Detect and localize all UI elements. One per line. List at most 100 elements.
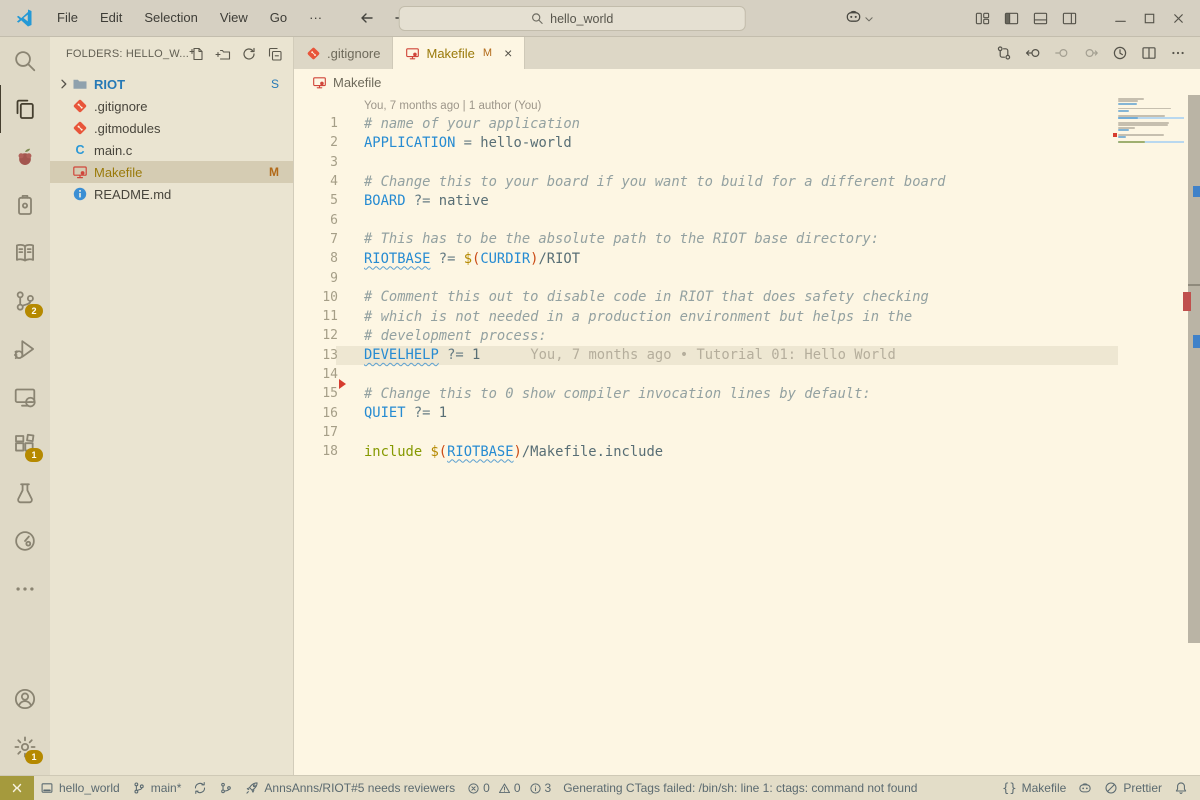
activity-search[interactable] [0, 37, 50, 85]
status-pr-status[interactable]: AnnsAnns/RIOT#5 needs reviewers [239, 776, 461, 800]
status-sync[interactable] [187, 776, 213, 800]
code-line-16[interactable]: 16QUIET ?= 1 [294, 403, 1200, 422]
tree-item-gitmodules[interactable]: .gitmodules [50, 117, 293, 139]
scrollbar[interactable] [1188, 95, 1200, 643]
status-label: Prettier [1123, 781, 1162, 795]
tab-label: Makefile [426, 46, 474, 61]
code-line-9[interactable]: 9 [294, 268, 1200, 287]
code-line-7[interactable]: 7# This has to be the absolute path to t… [294, 230, 1200, 249]
code-line-17[interactable]: 17 [294, 423, 1200, 442]
menu-[interactable]: ··· [298, 5, 333, 31]
toggle-primary-sidebar-icon[interactable] [1004, 11, 1019, 26]
tree-item-mainc[interactable]: Cmain.c [50, 139, 293, 161]
code-line-12[interactable]: 12# development process: [294, 326, 1200, 345]
status-copilot[interactable] [1072, 781, 1098, 795]
problems-status[interactable]: 003 [461, 776, 557, 800]
overview-mark-red [1183, 292, 1191, 311]
code-line-2[interactable]: 2APPLICATION = hello-world [294, 133, 1200, 152]
toggle-panel-icon[interactable] [1033, 11, 1048, 26]
previous-change-icon[interactable] [1025, 45, 1041, 61]
menu-view[interactable]: View [209, 5, 259, 31]
customize-layout-icon[interactable] [975, 11, 990, 26]
copilot-icon [845, 8, 862, 25]
overview-mark-info [1193, 186, 1200, 197]
file-label: README.md [94, 187, 171, 202]
file-history-icon[interactable] [1112, 45, 1128, 61]
menu-file[interactable]: File [46, 5, 89, 31]
tree-item-gitignore[interactable]: .gitignore [50, 95, 293, 117]
split-editor-icon[interactable] [1141, 45, 1157, 61]
back-arrow-icon[interactable] [359, 10, 375, 26]
code-line-18[interactable]: 18include $(RIOTBASE)/Makefile.include [294, 442, 1200, 461]
code-line-5[interactable]: 5BOARD ?= native [294, 191, 1200, 210]
activity-docs[interactable] [0, 229, 50, 277]
activity-accounts[interactable] [0, 675, 50, 723]
remote-indicator[interactable] [0, 776, 34, 800]
code-line-10[interactable]: 10# Comment this out to disable code in … [294, 288, 1200, 307]
activity-settings[interactable]: 1 [0, 723, 50, 771]
tree-item-readmemd[interactable]: README.md [50, 183, 293, 205]
vscode-window: FileEditSelectionViewGo··· hello_world [0, 0, 1200, 800]
code-line-11[interactable]: 11# which is not needed in a production … [294, 307, 1200, 326]
activity-remote-explorer[interactable] [0, 373, 50, 421]
code-line-8[interactable]: 8RIOTBASE ?= $(CURDIR)/RIOT [294, 249, 1200, 268]
copilot-menu[interactable] [845, 8, 874, 25]
activity-source-control[interactable]: 2 [0, 277, 50, 325]
maximize-button[interactable] [1142, 11, 1157, 26]
collapse-all-icon[interactable] [267, 46, 283, 62]
command-center-search[interactable]: hello_world [399, 6, 746, 31]
new-file-icon[interactable] [189, 46, 205, 62]
previous-change-in-file-icon[interactable] [1054, 45, 1070, 61]
code-editor[interactable]: You, 7 months ago | 1 author (You) 1# na… [294, 95, 1200, 775]
warning-count: 0 [514, 781, 521, 795]
activity-more-views[interactable] [0, 565, 50, 613]
open-changes-icon[interactable] [996, 45, 1012, 61]
line-number: 6 [294, 213, 338, 228]
activity-bar: 2 1 1 [0, 37, 50, 775]
breadcrumb[interactable]: Makefile [294, 69, 1200, 95]
status-git-branch[interactable]: main* [126, 776, 188, 800]
new-folder-icon[interactable] [215, 46, 231, 62]
menu-edit[interactable]: Edit [89, 5, 133, 31]
menu-selection[interactable]: Selection [133, 5, 208, 31]
tree-item-makefile[interactable]: MakefileM [50, 161, 293, 183]
refresh-icon[interactable] [241, 46, 257, 62]
tab-gitignore[interactable]: .gitignore [294, 37, 393, 69]
tab-makefile[interactable]: MakefileM× [393, 37, 525, 69]
code-line-4[interactable]: 4# Change this to your board if you want… [294, 172, 1200, 191]
code-line-3[interactable]: 3 [294, 153, 1200, 172]
activity-testing[interactable] [0, 469, 50, 517]
activity-explorer[interactable] [0, 85, 51, 133]
activity-extensions[interactable]: 1 [0, 421, 50, 469]
line-number: 1 [294, 116, 338, 131]
tree-item-riot[interactable]: RIOTS [50, 73, 293, 95]
activity-gitlens-inspect[interactable] [0, 517, 50, 565]
close-tab-icon[interactable]: × [504, 46, 512, 60]
toggle-secondary-sidebar-icon[interactable] [1062, 11, 1077, 26]
status-language-mode[interactable]: {}Makefile [996, 781, 1072, 795]
code-line-1[interactable]: 1# name of your application [294, 114, 1200, 133]
activity-run-and-debug[interactable] [0, 325, 50, 373]
line-number: 16 [294, 406, 338, 421]
status-prettier[interactable]: Prettier [1098, 781, 1168, 795]
minimap[interactable] [1118, 98, 1184, 143]
status-notifications[interactable] [1168, 781, 1194, 795]
next-change-in-file-icon[interactable] [1083, 45, 1099, 61]
activity-project-manager[interactable] [0, 181, 50, 229]
status-gitlens[interactable] [213, 776, 239, 800]
search-icon [531, 12, 544, 25]
gitlens-codelens[interactable]: You, 7 months ago | 1 author (You) [364, 100, 1200, 114]
activity-raspberry-pi[interactable] [0, 133, 50, 181]
search-icon [13, 49, 37, 73]
code-line-14[interactable]: 14 [294, 365, 1200, 384]
menu-go[interactable]: Go [259, 5, 298, 31]
code-line-13[interactable]: 13DEVELHELP ?= 1You, 7 months ago • Tuto… [294, 346, 1200, 365]
code-line-15[interactable]: 15# Change this to 0 show compiler invoc… [294, 384, 1200, 403]
more-actions-icon[interactable] [1170, 45, 1186, 61]
status-workspace[interactable]: hello_world [34, 776, 126, 800]
code-line-6[interactable]: 6 [294, 210, 1200, 229]
line-number: 2 [294, 135, 338, 150]
close-button[interactable] [1171, 11, 1186, 26]
status-ctags-message[interactable]: Generating CTags failed: /bin/sh: line 1… [557, 776, 923, 800]
minimize-button[interactable] [1113, 11, 1128, 26]
